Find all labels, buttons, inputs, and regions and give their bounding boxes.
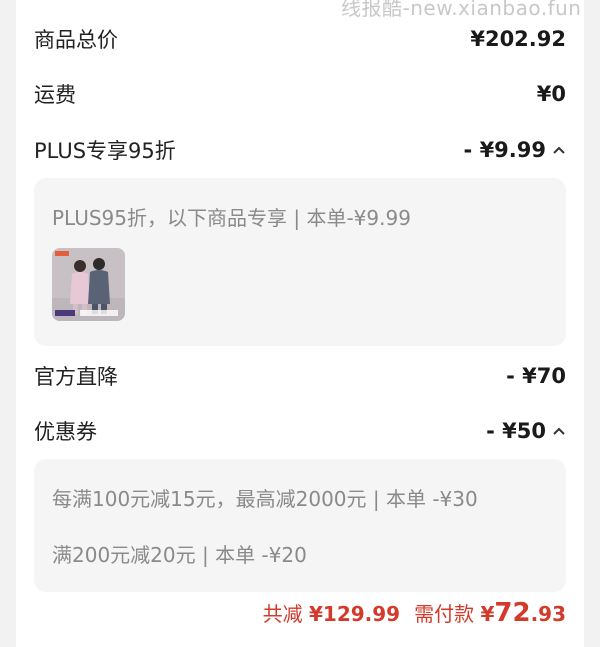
- coupon-detail-line-2: 满200元减20元 | 本单 -¥20: [52, 543, 307, 567]
- coupon-value: - ¥50: [486, 419, 546, 443]
- plus-discount-label: PLUS专享95折: [34, 139, 176, 163]
- plus-discount-value-group[interactable]: - ¥9.99: [464, 138, 566, 162]
- plus-discount-detail: PLUS95折，以下商品专享 | 本单-¥9.99: [52, 206, 411, 230]
- total-saved-label: 共减: [262, 602, 303, 626]
- payment-summary: 共减 ¥129.99 需付款 ¥72.93: [263, 598, 566, 638]
- chevron-up-icon[interactable]: [552, 424, 566, 438]
- coupon-row[interactable]: 优惠券 - ¥50: [34, 411, 566, 451]
- plus-discount-value: - ¥9.99: [463, 138, 546, 162]
- amount-due: 需付款 ¥72.93: [414, 598, 566, 628]
- official-discount-label: 官方直降: [34, 365, 118, 389]
- coupon-panel: 每满100元减15元，最高减2000元 | 本单 -¥30 满200元减20元 …: [34, 459, 566, 592]
- subtotal-row: 商品总价 ¥202.92: [34, 19, 566, 59]
- subtotal-label: 商品总价: [34, 28, 118, 52]
- subtotal-value: ¥202.92: [470, 27, 566, 51]
- watermark-text: 线报酷-new.xianbao.fun: [341, 0, 582, 20]
- coupon-value-group[interactable]: - ¥50: [486, 419, 566, 443]
- coupon-detail-line-1: 每满100元减15元，最高减2000元 | 本单 -¥30: [52, 487, 478, 511]
- amount-due-decimal: .93: [530, 602, 566, 626]
- plus-discount-panel: PLUS95折，以下商品专享 | 本单-¥9.99: [34, 178, 566, 346]
- total-saved-value: ¥129.99: [309, 602, 401, 626]
- amount-due-integer: 72: [494, 598, 531, 628]
- product-image: [52, 248, 125, 321]
- chevron-up-icon[interactable]: [552, 143, 566, 157]
- product-thumbnail[interactable]: [52, 248, 125, 321]
- official-discount-value: - ¥70: [506, 364, 566, 388]
- official-discount-row: 官方直降 - ¥70: [34, 356, 566, 396]
- amount-due-label: 需付款: [414, 602, 475, 626]
- shipping-row: 运费 ¥0: [34, 74, 566, 114]
- coupon-label: 优惠券: [34, 420, 97, 444]
- shipping-value: ¥0: [536, 82, 566, 106]
- total-saved: 共减 ¥129.99: [263, 598, 400, 627]
- order-summary-card: 线报酷-new.xianbao.fun 商品总价 ¥202.92 运费 ¥0 P…: [16, 0, 584, 647]
- amount-due-currency: ¥: [480, 602, 495, 626]
- plus-discount-row[interactable]: PLUS专享95折 - ¥9.99: [34, 130, 566, 170]
- shipping-label: 运费: [34, 83, 76, 107]
